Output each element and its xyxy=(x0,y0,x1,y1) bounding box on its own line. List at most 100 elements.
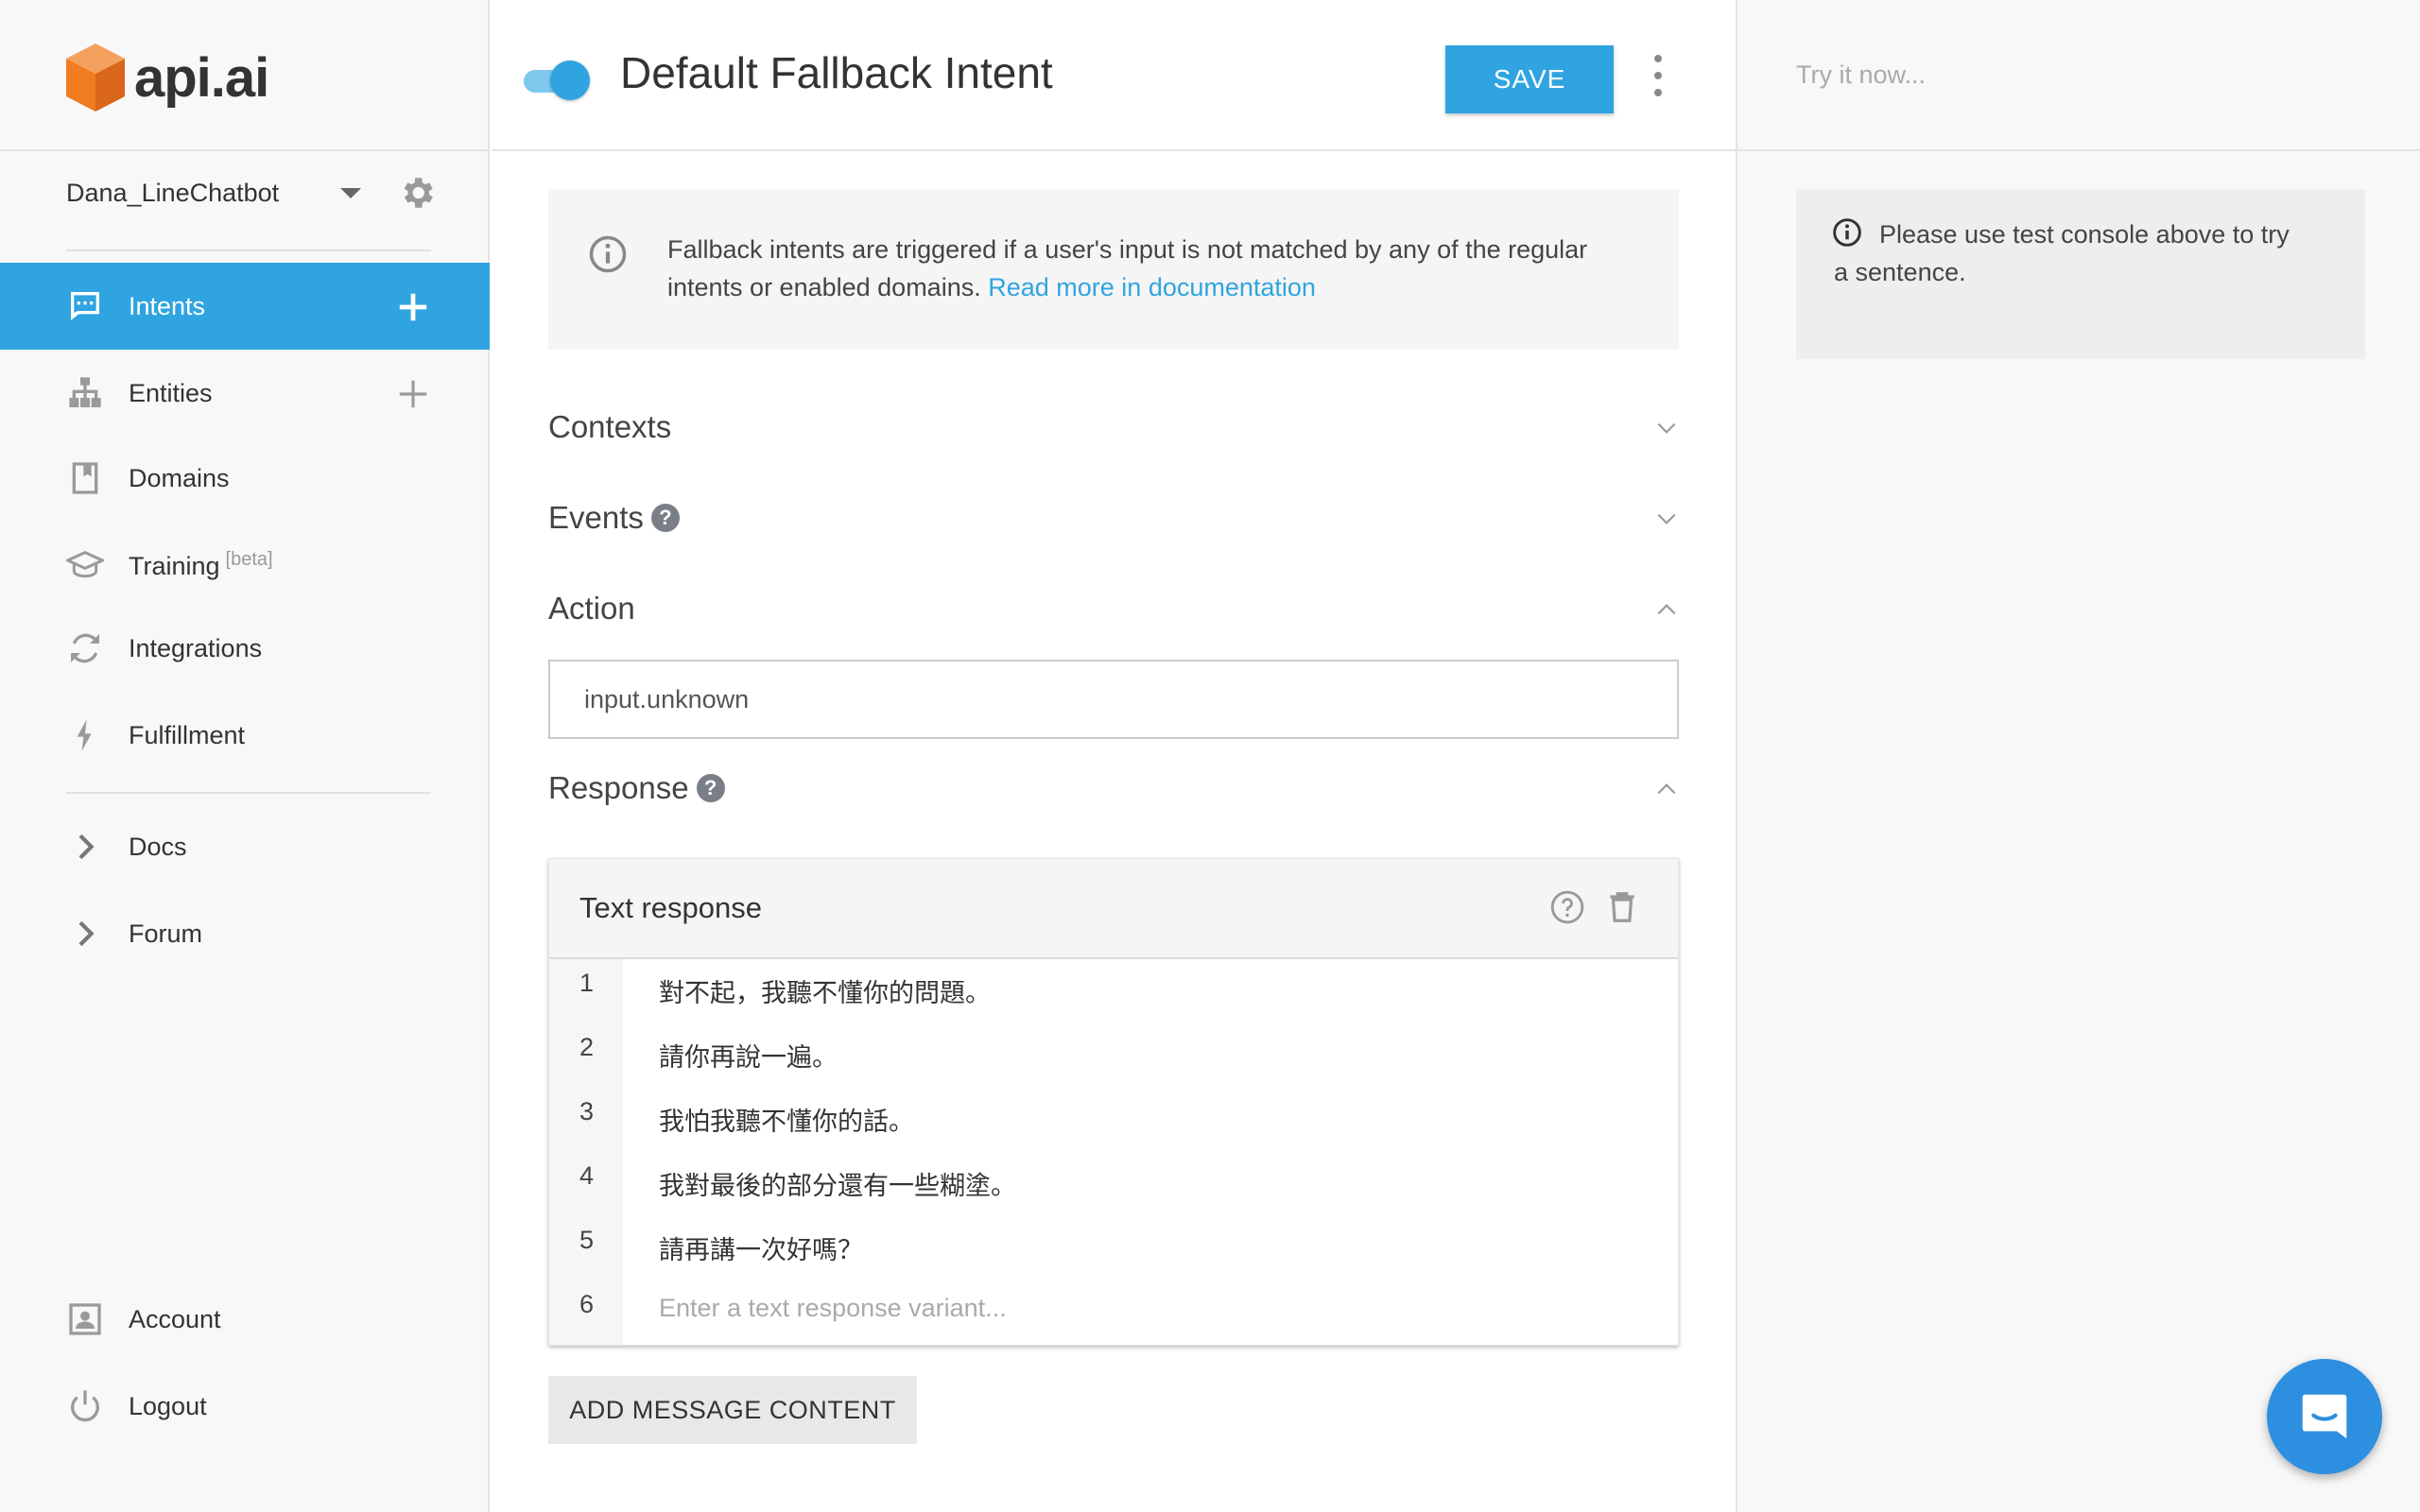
test-console-panel: Please use test console above to try a s… xyxy=(1736,0,2420,1512)
agent-selector[interactable]: Dana_LineChatbot xyxy=(66,166,437,219)
sidebar-item-label: Intents xyxy=(129,291,206,320)
response-text[interactable]: 我怕我聽不懂你的話。 xyxy=(659,1101,914,1138)
response-row-new[interactable]: 6 xyxy=(549,1280,1680,1345)
logo[interactable]: api.ai xyxy=(64,40,269,115)
graduation-cap-icon xyxy=(64,544,106,586)
card-title: Text response xyxy=(579,891,762,924)
response-row[interactable]: 4 我對最後的部分還有一些糊塗。 xyxy=(549,1152,1680,1216)
account-icon xyxy=(64,1298,106,1340)
text-response-card: Text response 1 對不起，我聽不懂你的問題。 2 請你再說一遍。 … xyxy=(548,858,1679,1346)
line-number: 6 xyxy=(579,1290,595,1318)
response-text[interactable]: 請你再說一遍。 xyxy=(659,1037,838,1074)
beta-badge: [beta] xyxy=(225,549,273,570)
sidebar-item-label: Integrations xyxy=(129,633,263,662)
line-number: 5 xyxy=(579,1226,595,1254)
intent-enabled-toggle[interactable] xyxy=(522,59,590,100)
fallback-info-box: Fallback intents are triggered if a user… xyxy=(548,189,1679,350)
sidebar-item-entities[interactable]: Entities xyxy=(0,350,490,437)
section-label: Events xyxy=(548,500,644,535)
help-icon[interactable]: ? xyxy=(650,504,680,532)
bolt-icon xyxy=(64,714,106,756)
info-icon xyxy=(589,235,627,273)
gear-icon[interactable] xyxy=(397,173,437,213)
events-section-header[interactable]: Events ? xyxy=(548,490,1679,546)
action-section-header[interactable]: Action xyxy=(548,580,1679,637)
cube-logo-icon xyxy=(66,43,125,112)
chevron-down-icon[interactable] xyxy=(1654,507,1679,531)
add-intent-plus-icon[interactable] xyxy=(395,289,431,325)
save-button[interactable]: SAVE xyxy=(1445,45,1614,113)
sidebar-item-label: Domains xyxy=(129,463,230,492)
response-row[interactable]: 5 請再講一次好嗎？ xyxy=(549,1216,1680,1280)
sidebar-item-label: Docs xyxy=(129,832,187,861)
line-number: 4 xyxy=(579,1161,595,1190)
sidebar-item-label: Entities xyxy=(129,378,213,407)
line-number: 2 xyxy=(579,1033,595,1061)
section-label: Action xyxy=(548,591,635,626)
chevron-up-icon[interactable] xyxy=(1654,777,1679,801)
response-text[interactable]: 我對最後的部分還有一些糊塗。 xyxy=(659,1165,1016,1202)
book-icon xyxy=(64,457,106,499)
sidebar-item-training[interactable]: Training [beta] xyxy=(0,522,490,609)
refresh-icon xyxy=(64,627,106,669)
sidebar-item-account[interactable]: Account xyxy=(0,1276,490,1363)
try-it-now-input[interactable] xyxy=(1737,0,2420,151)
response-row[interactable]: 3 我怕我聽不懂你的話。 xyxy=(549,1088,1680,1152)
training-label: Training xyxy=(129,552,220,580)
sidebar-item-label: Account xyxy=(129,1304,221,1333)
help-icon[interactable]: ? xyxy=(696,774,725,802)
chat-bubble-icon xyxy=(2302,1394,2347,1439)
divider xyxy=(66,249,431,251)
toggle-knob xyxy=(550,60,590,100)
intent-header: Default Fallback Intent SAVE xyxy=(492,0,1736,151)
sidebar-item-logout[interactable]: Logout xyxy=(0,1363,490,1450)
sidebar-item-label: Forum xyxy=(129,919,203,948)
sidebar-item-fulfillment[interactable]: Fulfillment xyxy=(0,692,490,779)
agent-name: Dana_LineChatbot xyxy=(66,178,280,207)
more-vert-icon[interactable] xyxy=(1649,55,1668,96)
chevron-right-icon xyxy=(64,913,106,954)
contexts-section-header[interactable]: Contexts xyxy=(548,399,1679,455)
info-text: Fallback intents are triggered if a user… xyxy=(667,231,1632,306)
intent-editor: Fallback intents are triggered if a user… xyxy=(492,153,1736,1512)
trash-icon[interactable] xyxy=(1604,889,1640,925)
response-row[interactable]: 2 請你再說一遍。 xyxy=(549,1023,1680,1088)
response-section-header[interactable]: Response ? xyxy=(548,760,1679,816)
help-outline-icon[interactable] xyxy=(1549,889,1585,925)
divider xyxy=(0,149,490,151)
chat-icon xyxy=(64,285,106,327)
response-text[interactable]: 對不起，我聽不懂你的問題。 xyxy=(659,972,991,1009)
line-number: 3 xyxy=(579,1097,595,1125)
sidebar-item-domains[interactable]: Domains xyxy=(0,435,490,522)
chevron-right-icon xyxy=(64,826,106,868)
sidebar-item-intents[interactable]: Intents xyxy=(0,263,490,350)
divider xyxy=(66,792,431,794)
card-header: Text response xyxy=(549,859,1678,959)
new-response-input[interactable] xyxy=(659,1286,1642,1330)
chevron-up-icon[interactable] xyxy=(1654,597,1679,622)
sidebar-item-integrations[interactable]: Integrations xyxy=(0,605,490,692)
line-number: 1 xyxy=(579,969,595,997)
power-icon xyxy=(64,1385,106,1427)
action-input[interactable] xyxy=(548,660,1679,739)
chat-support-button[interactable] xyxy=(2267,1359,2382,1474)
sidebar-link-docs[interactable]: Docs xyxy=(0,803,490,890)
response-list: 1 對不起，我聽不懂你的問題。 2 請你再說一遍。 3 我怕我聽不懂你的話。 4… xyxy=(549,959,1678,1345)
console-info-box: Please use test console above to try a s… xyxy=(1796,189,2365,359)
documentation-link[interactable]: Read more in documentation xyxy=(988,273,1316,301)
add-message-content-button[interactable]: ADD MESSAGE CONTENT xyxy=(548,1376,917,1444)
logo-text: api.ai xyxy=(134,46,269,109)
add-entity-plus-icon[interactable] xyxy=(395,376,431,412)
sidebar-link-forum[interactable]: Forum xyxy=(0,890,490,977)
sidebar-item-label: Logout xyxy=(129,1391,207,1420)
caret-down-icon[interactable] xyxy=(340,187,361,198)
response-text[interactable]: 請再講一次好嗎？ xyxy=(659,1229,863,1266)
sidebar-item-label: Fulfillment xyxy=(129,720,246,749)
response-row[interactable]: 1 對不起，我聽不懂你的問題。 xyxy=(549,959,1680,1023)
section-label: Response xyxy=(548,770,689,805)
console-info-text: Please use test console above to try a s… xyxy=(1834,220,2290,286)
section-label: Contexts xyxy=(548,409,672,444)
chevron-down-icon[interactable] xyxy=(1654,416,1679,440)
intent-title[interactable]: Default Fallback Intent xyxy=(620,47,1053,98)
sidebar-item-label: Training [beta] xyxy=(129,549,273,581)
